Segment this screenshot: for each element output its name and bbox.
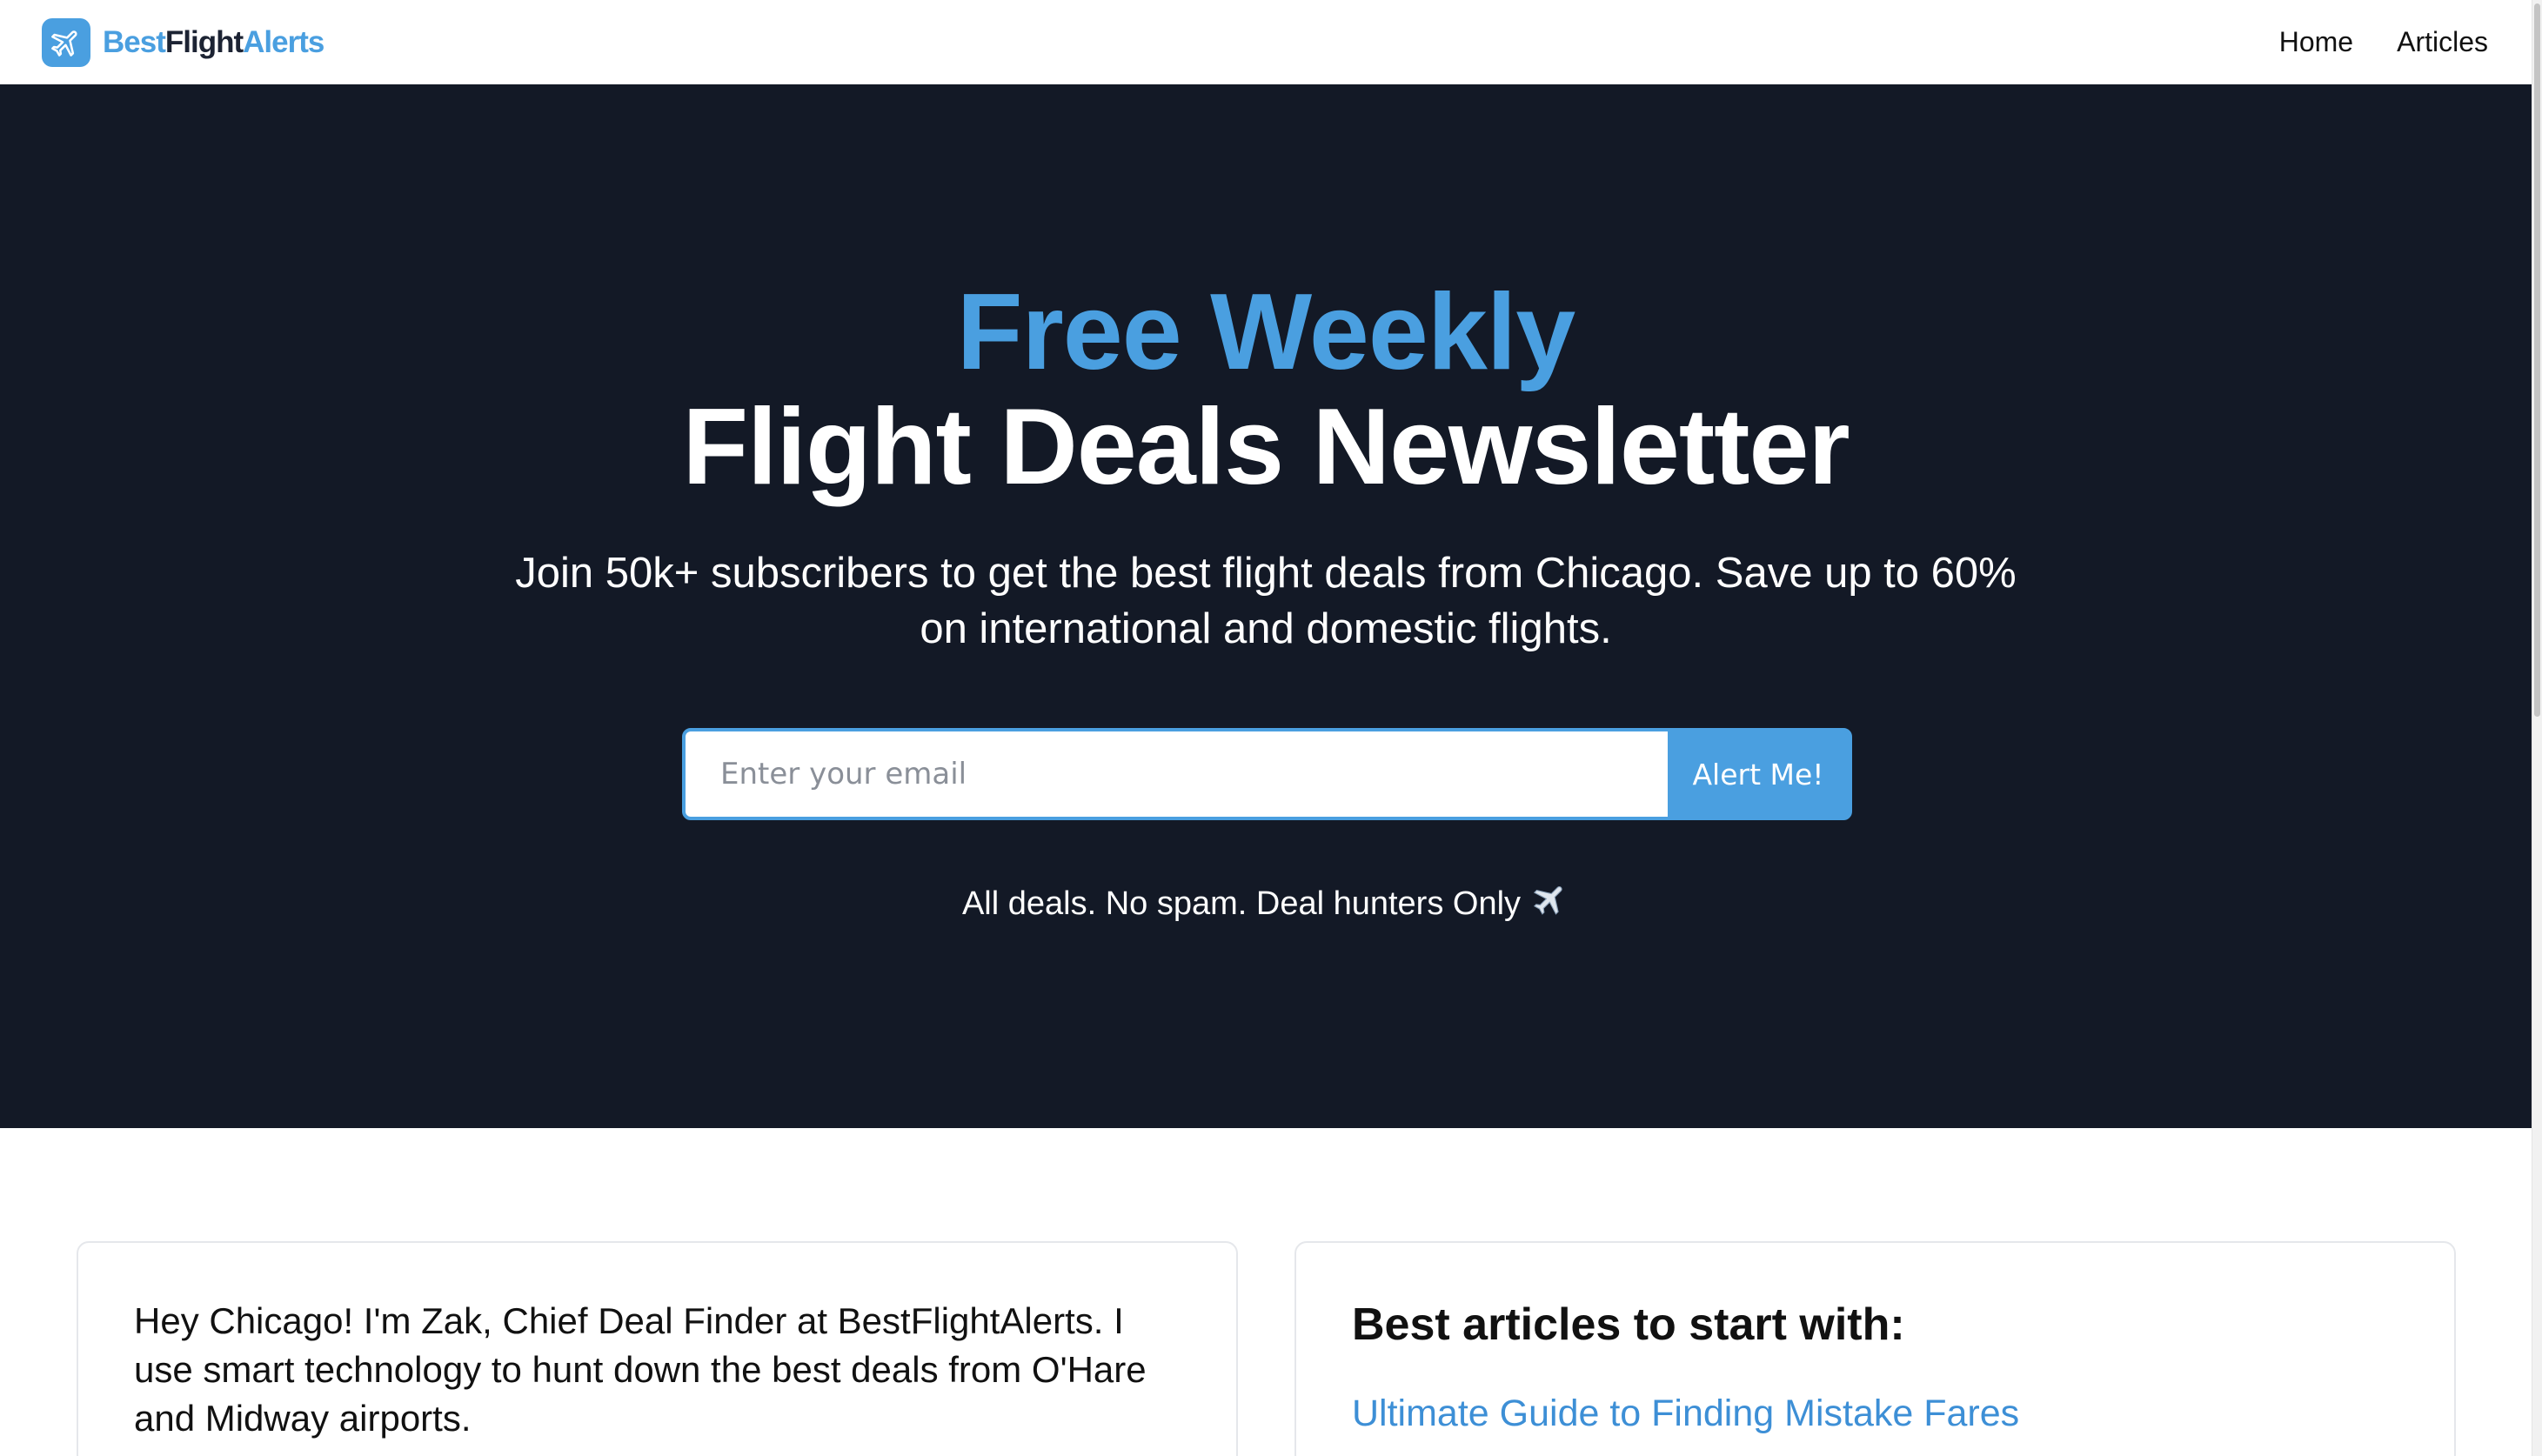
scrollbar-thumb[interactable] [2534, 3, 2540, 717]
nav-articles-link[interactable]: Articles [2397, 26, 2488, 58]
email-input[interactable] [686, 731, 1668, 817]
site-header: BestFlightAlerts Home Articles [0, 0, 2532, 84]
article-link-mistake-fares[interactable]: Ultimate Guide to Finding Mistake Fares [1352, 1393, 2400, 1435]
signup-form: Alert Me! [682, 728, 1852, 820]
hero-tagline: All deals. No spam. Deal hunters Only [0, 880, 2532, 927]
hero-title-line2: Flight Deals Newsletter [682, 387, 1850, 507]
page: BestFlightAlerts Home Articles Free Week… [0, 0, 2542, 1456]
main-nav: Home Articles [2279, 26, 2488, 58]
page-scrollbar[interactable] [2532, 0, 2542, 1456]
tagline-text: All deals. No spam. Deal hunters Only [961, 885, 1522, 922]
airplane-icon [42, 17, 90, 67]
brand-name-part1: Best [103, 24, 166, 59]
articles-heading: Best articles to start with: [1352, 1299, 1905, 1350]
hero-title-line1: Free Weekly [956, 272, 1575, 392]
alert-me-button[interactable]: Alert Me! [1668, 731, 1849, 817]
brand-name-part2: Flight [164, 24, 244, 59]
airplane-icon [1531, 880, 1569, 927]
articles-card: Best articles to start with: Ultimate Gu… [1294, 1241, 2456, 1456]
brand-name-part3: Alerts [243, 24, 324, 59]
nav-home-link[interactable]: Home [2279, 26, 2353, 58]
intro-card: Hey Chicago! I'm Zak, Chief Deal Finder … [77, 1241, 1238, 1456]
hero-section: Free Weekly Flight Deals Newsletter Join… [0, 84, 2532, 1128]
hero-subtitle: Join 50k+ subscribers to get the best fl… [515, 550, 2017, 652]
brand-name: BestFlightAlerts [103, 25, 324, 60]
logo-link[interactable]: BestFlightAlerts [42, 17, 324, 67]
intro-text: Hey Chicago! I'm Zak, Chief Deal Finder … [134, 1300, 1147, 1439]
